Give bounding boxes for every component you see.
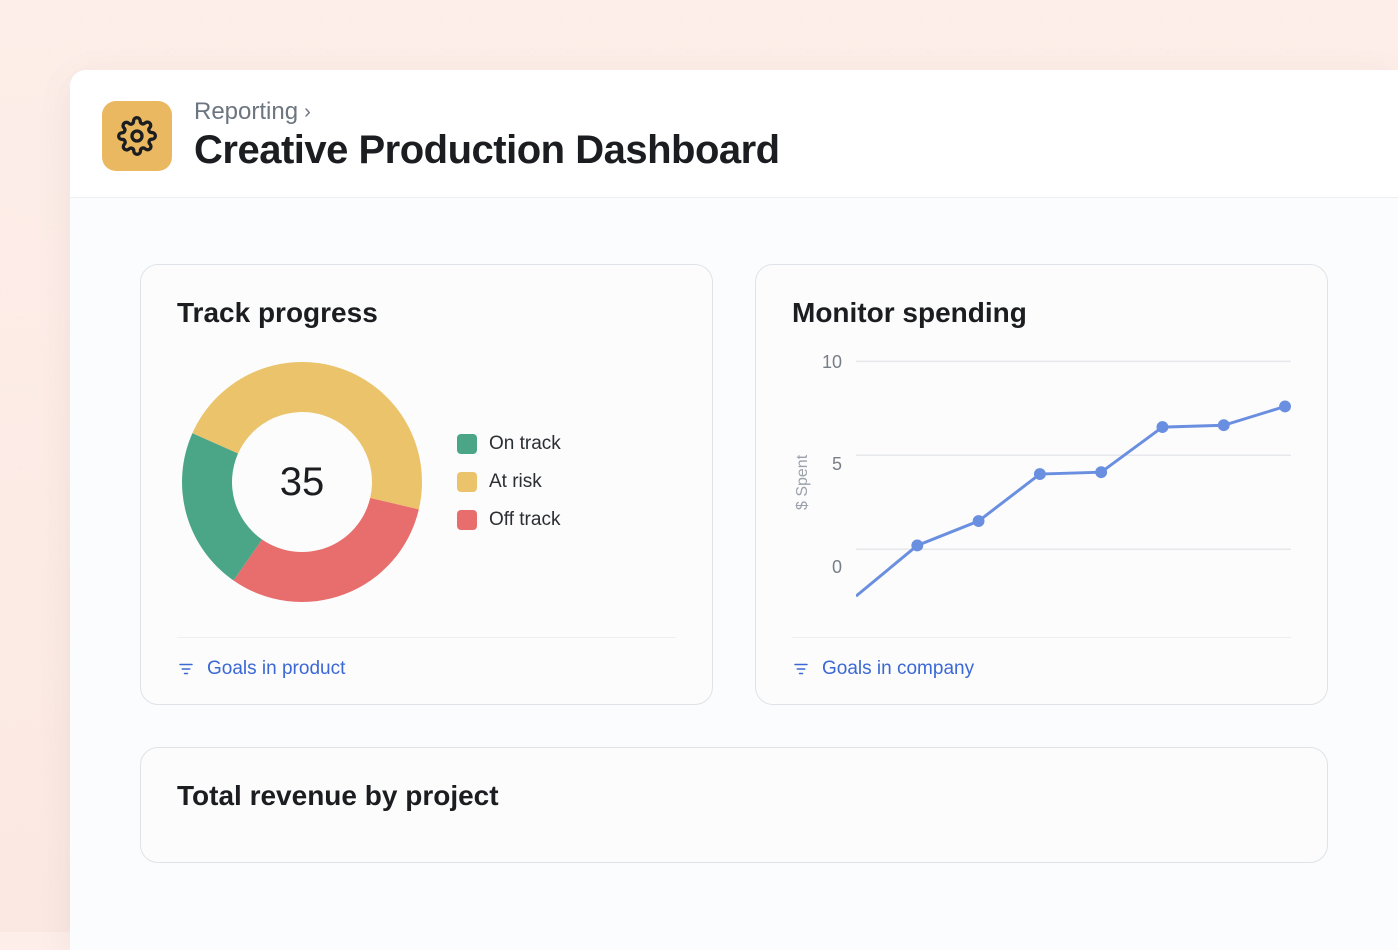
page-title: Creative Production Dashboard xyxy=(194,128,780,173)
legend-item-on-track: On track xyxy=(457,433,561,455)
card-footer: Goals in product xyxy=(177,637,676,680)
y-tick: 0 xyxy=(822,557,842,578)
header-text: Reporting › Creative Production Dashboar… xyxy=(194,98,780,173)
card-title: Track progress xyxy=(177,297,676,329)
legend-label: Off track xyxy=(489,509,560,531)
card-total-revenue: Total revenue by project xyxy=(140,747,1328,863)
y-axis-label: $ Spent xyxy=(792,350,814,615)
chevron-right-icon: › xyxy=(304,101,311,124)
card-footer: Goals in company xyxy=(792,637,1291,680)
swatch-red xyxy=(457,510,477,530)
card-title: Total revenue by project xyxy=(177,780,1291,812)
swatch-green xyxy=(457,434,477,454)
page-header: Reporting › Creative Production Dashboar… xyxy=(70,70,1398,198)
cards-row: Track progress 35 On track At risk xyxy=(70,198,1398,705)
filter-icon xyxy=(792,660,810,678)
header-icon-box xyxy=(102,101,172,171)
filter-link-goals-company[interactable]: Goals in company xyxy=(792,658,974,680)
donut-center-value: 35 xyxy=(177,357,427,607)
legend-item-at-risk: At risk xyxy=(457,471,561,493)
card-monitor-spending: Monitor spending $ Spent 10 5 0 xyxy=(755,264,1328,705)
breadcrumb[interactable]: Reporting › xyxy=(194,98,780,126)
legend-label: At risk xyxy=(489,471,542,493)
gear-icon xyxy=(117,116,157,156)
filter-link-goals-product[interactable]: Goals in product xyxy=(177,658,345,680)
filter-link-label: Goals in company xyxy=(822,658,974,680)
y-tick: 10 xyxy=(822,352,842,373)
breadcrumb-label: Reporting xyxy=(194,98,298,126)
y-ticks: 10 5 0 xyxy=(822,350,848,580)
card-title: Monitor spending xyxy=(792,297,1291,329)
legend-item-off-track: Off track xyxy=(457,509,561,531)
swatch-yellow xyxy=(457,472,477,492)
dashboard-window: Reporting › Creative Production Dashboar… xyxy=(70,70,1398,950)
filter-link-label: Goals in product xyxy=(207,658,345,680)
y-tick: 5 xyxy=(822,454,842,475)
wide-row: Total revenue by project xyxy=(70,705,1398,863)
card-track-progress: Track progress 35 On track At risk xyxy=(140,264,713,705)
line-svg xyxy=(856,350,1291,610)
card-body: $ Spent 10 5 0 xyxy=(792,347,1291,617)
donut-chart: 35 xyxy=(177,357,427,607)
donut-legend: On track At risk Off track xyxy=(457,433,561,531)
legend-label: On track xyxy=(489,433,561,455)
filter-icon xyxy=(177,660,195,678)
card-body: 35 On track At risk Off track xyxy=(177,347,676,617)
line-chart: $ Spent 10 5 0 xyxy=(792,350,1291,615)
